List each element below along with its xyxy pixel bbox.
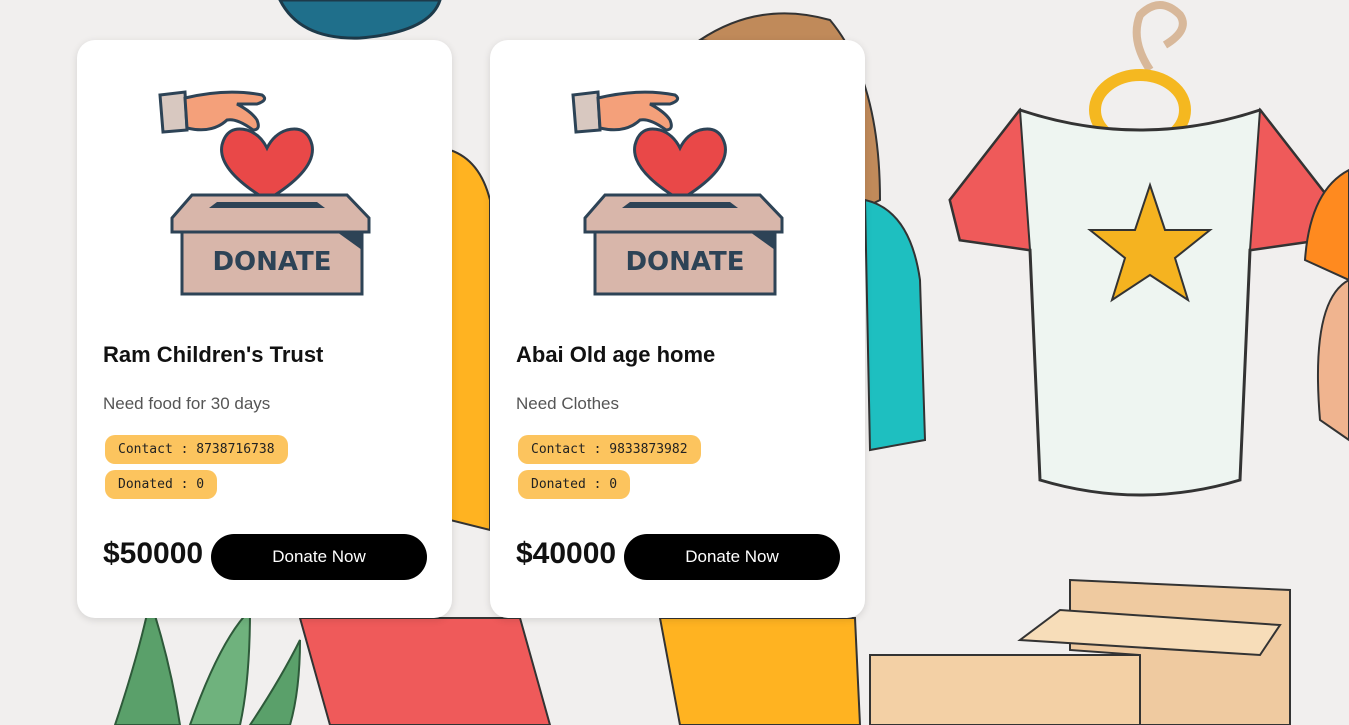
svg-text:DONATE: DONATE [625,247,744,277]
goal-amount: $50000 [103,537,204,570]
card-description: Need food for 30 days [103,394,271,413]
card-title: Abai Old age home [516,342,716,367]
donate-box-illustration: DONATE [158,90,371,296]
heart-icon [633,127,727,202]
card-title: Ram Children's Trust [103,342,324,367]
donated-badge: Donated : 0 [518,470,631,499]
donated-badge: Donated : 0 [105,470,218,499]
contact-badge: Contact : 8738716738 [105,435,288,464]
donation-card: DONATE Abai Old age home Need Clothes Co… [490,40,865,618]
goal-amount: $40000 [516,537,617,570]
donate-box-illustration: DONATE [571,90,784,296]
donate-now-button[interactable]: Donate Now [211,534,427,580]
hand-icon [183,90,267,132]
hand-icon [596,90,680,132]
donate-now-button[interactable]: Donate Now [624,534,840,580]
donation-card: DONATE Ram Children's Trust Need food fo… [77,40,452,618]
contact-badge: Contact : 9833873982 [518,435,701,464]
svg-text:DONATE: DONATE [212,247,331,277]
heart-icon [220,127,314,202]
card-description: Need Clothes [516,394,620,413]
